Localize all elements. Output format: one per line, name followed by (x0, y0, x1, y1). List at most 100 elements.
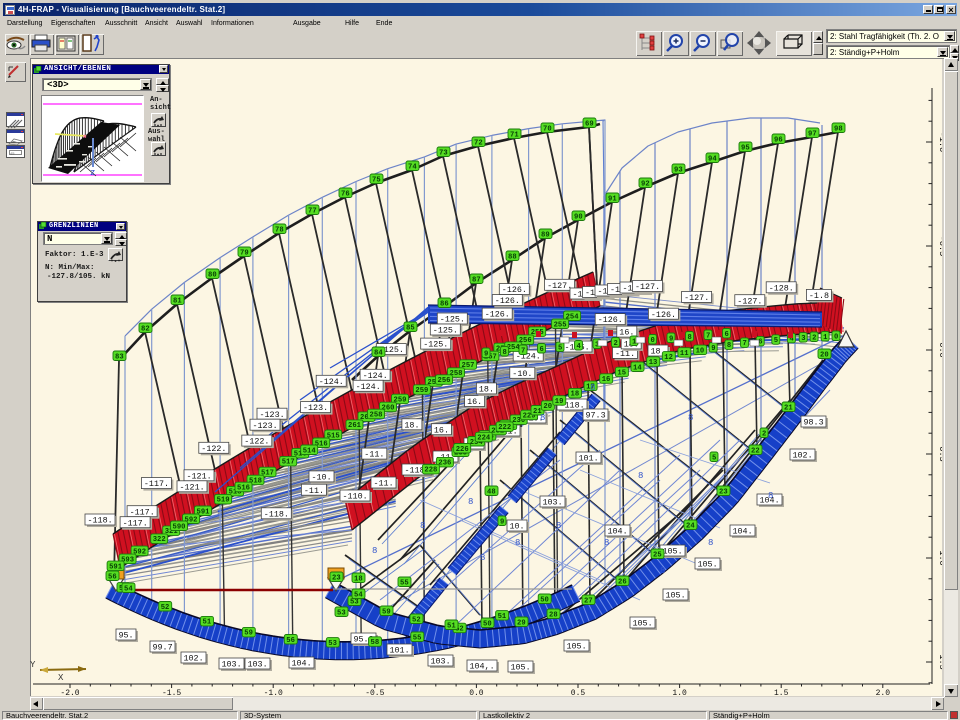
svg-text:24: 24 (686, 522, 695, 530)
svg-text:-126.: -126. (651, 310, 676, 320)
svg-text:11: 11 (680, 350, 689, 358)
svg-text:105.: 105. (698, 560, 718, 570)
svg-text:78: 78 (275, 226, 284, 234)
svg-text:1: 1 (823, 334, 828, 342)
svg-text:74: 74 (408, 163, 417, 171)
svg-text:1.5: 1.5 (937, 654, 942, 669)
svg-text:-11.: -11. (304, 486, 324, 496)
svg-text:52: 52 (161, 604, 170, 612)
svg-text:88: 88 (508, 253, 517, 261)
svg-text:5: 5 (558, 344, 562, 352)
svg-text:85: 85 (406, 324, 415, 332)
svg-text:97.3: 97.3 (586, 411, 606, 421)
svg-text:18.: 18. (404, 420, 419, 430)
svg-text:8: 8 (604, 538, 609, 548)
svg-text:105.: 105. (666, 591, 686, 601)
svg-text:96: 96 (774, 136, 783, 144)
svg-text:101.: 101. (390, 646, 410, 656)
svg-text:0: 0 (834, 333, 838, 341)
svg-text:86: 86 (440, 300, 449, 308)
svg-text:591: 591 (109, 563, 123, 571)
svg-text:517: 517 (282, 459, 295, 467)
svg-text:514: 514 (303, 447, 317, 455)
svg-text:-0.5: -0.5 (937, 236, 942, 256)
svg-text:1.0: 1.0 (937, 550, 942, 565)
svg-text:105.: 105. (663, 547, 683, 557)
svg-text:2: 2 (614, 340, 618, 348)
svg-text:8: 8 (590, 383, 595, 393)
svg-text:Y: Y (30, 660, 36, 670)
svg-text:59: 59 (382, 608, 391, 616)
svg-text:81: 81 (173, 297, 182, 305)
svg-text:2: 2 (812, 334, 816, 342)
svg-text:20: 20 (543, 403, 552, 411)
svg-text:8: 8 (638, 471, 643, 481)
svg-text:4: 4 (577, 343, 582, 351)
svg-text:228: 228 (424, 467, 437, 475)
svg-text:87: 87 (472, 276, 481, 284)
svg-text:9: 9 (711, 345, 715, 353)
svg-text:29: 29 (517, 619, 526, 627)
svg-text:5: 5 (712, 454, 716, 462)
svg-text:*: * (83, 133, 87, 143)
svg-text:20: 20 (820, 351, 829, 359)
svg-text:53: 53 (350, 598, 359, 606)
svg-text:105.: 105. (511, 663, 531, 673)
svg-text:8: 8 (372, 546, 377, 556)
svg-text:-125.: -125. (440, 315, 465, 325)
svg-text:-127.: -127. (635, 282, 660, 292)
svg-text:101.: 101. (579, 454, 599, 464)
svg-text:-124.: -124. (363, 371, 388, 381)
svg-text:2: 2 (762, 430, 766, 438)
svg-text:102.: 102. (793, 451, 813, 461)
svg-text:0: 0 (651, 337, 655, 345)
svg-text:8: 8 (708, 538, 713, 548)
svg-text:95.: 95. (119, 631, 134, 641)
svg-text:8: 8 (540, 413, 545, 423)
svg-text:77: 77 (308, 207, 317, 215)
svg-text:7: 7 (743, 340, 747, 348)
svg-text:71: 71 (510, 131, 519, 139)
svg-text:103.: 103. (543, 498, 563, 508)
svg-text:50: 50 (540, 596, 549, 604)
svg-text:-127.: -127. (684, 293, 709, 303)
svg-text:-128.: -128. (769, 283, 794, 293)
svg-text:224: 224 (477, 435, 491, 443)
svg-text:7: 7 (706, 332, 710, 340)
svg-text:259: 259 (415, 387, 428, 395)
svg-text:13: 13 (649, 359, 658, 367)
svg-text:-127.: -127. (737, 296, 762, 306)
svg-text:-118.: -118. (264, 509, 289, 519)
svg-text:0.5: 0.5 (571, 689, 586, 696)
svg-text:-125.: -125. (423, 340, 448, 350)
svg-text:-11.: -11. (364, 450, 384, 460)
svg-text:99.7: 99.7 (153, 643, 173, 653)
svg-text:-10.: -10. (512, 369, 532, 379)
svg-text:322: 322 (153, 536, 166, 544)
svg-text:0.5: 0.5 (937, 446, 942, 461)
svg-text:9: 9 (669, 335, 673, 343)
svg-text:25: 25 (653, 551, 662, 559)
svg-text:51: 51 (203, 619, 212, 627)
svg-text:56: 56 (286, 637, 295, 645)
svg-text:54: 54 (354, 591, 363, 599)
svg-text:53: 53 (337, 609, 346, 617)
svg-text:6: 6 (725, 331, 729, 339)
svg-text:105.: 105. (567, 642, 587, 652)
svg-text:-123.: -123. (260, 410, 285, 420)
svg-text:-110.: -110. (343, 492, 368, 502)
svg-text:28: 28 (549, 611, 558, 619)
svg-text:54: 54 (124, 585, 133, 593)
svg-text:8: 8 (768, 491, 773, 501)
svg-text:55: 55 (400, 579, 409, 587)
svg-text:-117.: -117. (130, 507, 155, 517)
svg-text:105.: 105. (633, 619, 653, 629)
svg-text:14: 14 (633, 364, 642, 372)
svg-text:8: 8 (480, 553, 485, 563)
svg-text:48: 48 (487, 488, 496, 496)
svg-text:58: 58 (371, 639, 380, 647)
svg-text:21: 21 (784, 404, 793, 412)
svg-text:95: 95 (741, 144, 750, 152)
svg-text:-124.: -124. (319, 377, 344, 387)
svg-text:-126.: -126. (485, 310, 510, 320)
